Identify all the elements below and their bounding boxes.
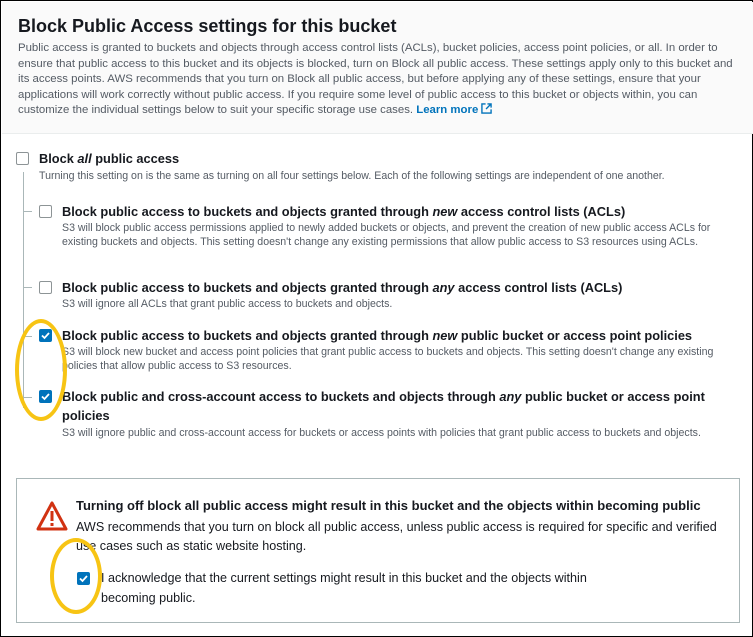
option-description: S3 will ignore all ACLs that grant publi… bbox=[62, 298, 393, 310]
option-description: S3 will block public access permissions … bbox=[62, 222, 711, 248]
option-checkbox[interactable] bbox=[39, 329, 52, 342]
tree-branch bbox=[23, 336, 32, 337]
option-title: Block public access to buckets and objec… bbox=[62, 278, 742, 297]
option-title-part: Block public and cross-account access to… bbox=[62, 389, 500, 404]
option-checkbox[interactable] bbox=[39, 390, 52, 403]
option-title-em: new bbox=[432, 328, 458, 343]
warning-icon bbox=[36, 501, 68, 531]
option-title: Block public access to buckets and objec… bbox=[62, 326, 742, 345]
description-text: Public access is granted to buckets and … bbox=[18, 42, 733, 116]
warning-title: Turning off block all public access migh… bbox=[76, 498, 701, 513]
learn-more-label: Learn more bbox=[416, 104, 479, 116]
panel-header: Block Public Access settings for this bu… bbox=[2, 2, 753, 134]
block-all-label: Block all public access bbox=[39, 149, 179, 168]
option-title-part: public bucket or access point policies bbox=[457, 328, 693, 343]
option-title-part: access control lists (ACLs) bbox=[454, 280, 623, 295]
tree-branch bbox=[23, 211, 32, 212]
option-title-em: new bbox=[432, 204, 458, 219]
option-description: S3 will block new bucket and access poin… bbox=[62, 346, 714, 372]
checkmark-icon bbox=[41, 393, 50, 401]
tree-connector bbox=[23, 172, 24, 408]
checkmark-icon bbox=[41, 332, 50, 340]
option-title-part: access control lists (ACLs) bbox=[457, 204, 626, 219]
warning-alert: Turning off block all public access migh… bbox=[16, 478, 740, 623]
warning-description: AWS recommends that you turn on block al… bbox=[76, 520, 717, 553]
block-all-label-part: public access bbox=[91, 151, 180, 166]
page-title: Block Public Access settings for this bu… bbox=[18, 16, 397, 36]
tree-branch bbox=[23, 397, 32, 398]
option-title-part: Block public access to buckets and objec… bbox=[62, 204, 433, 219]
header-description: Public access is granted to buckets and … bbox=[18, 41, 743, 119]
block-all-label-em: all bbox=[77, 151, 92, 166]
option-description: S3 will ignore public and cross-account … bbox=[62, 427, 701, 439]
acknowledge-checkbox[interactable] bbox=[77, 572, 90, 585]
block-all-checkbox[interactable] bbox=[16, 152, 29, 165]
block-all-description: Turning this setting on is the same as t… bbox=[39, 170, 665, 182]
learn-more-link[interactable]: Learn more bbox=[416, 103, 493, 116]
block-all-label-part: Block bbox=[39, 151, 78, 166]
option-title-part: Block public access to buckets and objec… bbox=[62, 328, 433, 343]
checkmark-icon bbox=[79, 575, 88, 583]
option-title: Block public and cross-account access to… bbox=[62, 387, 742, 425]
option-title-part: Block public access to buckets and objec… bbox=[62, 280, 433, 295]
acknowledge-label: I acknowledge that the current settings … bbox=[101, 571, 587, 605]
option-title: Block public access to buckets and objec… bbox=[62, 202, 742, 221]
option-title-em: any bbox=[499, 389, 522, 404]
option-checkbox[interactable] bbox=[39, 205, 52, 218]
external-link-icon bbox=[481, 103, 493, 114]
option-title-em: any bbox=[432, 280, 455, 295]
option-checkbox[interactable] bbox=[39, 281, 52, 294]
tree-branch bbox=[23, 287, 32, 288]
